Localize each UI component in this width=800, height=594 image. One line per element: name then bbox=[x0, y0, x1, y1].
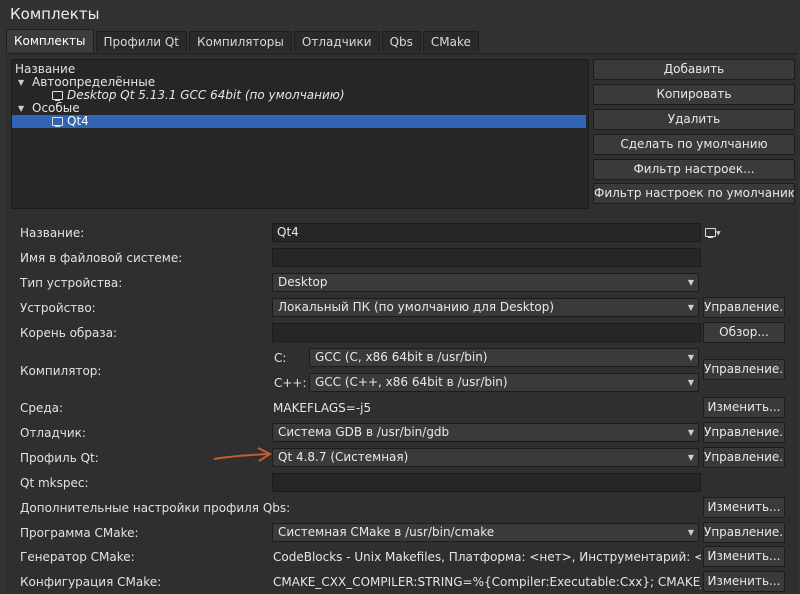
combo-value: Desktop bbox=[278, 275, 328, 289]
sysroot-browse-button[interactable]: Обзор... bbox=[703, 322, 785, 343]
device-combo[interactable]: Локальный ПК (по умолчанию для Desktop) … bbox=[272, 298, 699, 317]
combo-value: GCC (C++, x86 64bit в /usr/bin) bbox=[315, 375, 508, 389]
compiler-cxx-label: C++: bbox=[274, 376, 307, 390]
env-label: Среда: bbox=[20, 401, 64, 415]
tree-header-name: Название bbox=[15, 62, 76, 76]
chevron-down-icon: ▼ bbox=[687, 528, 694, 537]
delete-button[interactable]: Удалить bbox=[593, 109, 795, 130]
env-change-button[interactable]: Изменить... bbox=[703, 397, 785, 418]
debugger-label: Отладчик: bbox=[20, 426, 86, 440]
tab-qbs[interactable]: Qbs bbox=[381, 31, 421, 52]
mkspec-label: Qt mkspec: bbox=[20, 476, 89, 490]
mkspec-field[interactable] bbox=[272, 473, 701, 492]
chevron-down-icon: ▼ bbox=[687, 428, 694, 437]
tab-kits[interactable]: Комплекты bbox=[6, 29, 94, 52]
tab-debuggers[interactable]: Отладчики bbox=[293, 31, 380, 52]
settings-filter-button[interactable]: Фильтр настроек... bbox=[593, 159, 795, 180]
tab-cmake[interactable]: CMake bbox=[422, 31, 479, 52]
tree-item-label: Qt4 bbox=[67, 114, 89, 128]
tree-item-desktop-qt[interactable]: Desktop Qt 5.13.1 GCC 64bit (по умолчани… bbox=[12, 89, 586, 102]
name-field[interactable]: Qt4 bbox=[272, 223, 701, 242]
device-icon-selector[interactable]: ▼ bbox=[703, 224, 721, 242]
annotation-arrow-icon bbox=[213, 447, 273, 462]
name-label: Название: bbox=[20, 226, 85, 240]
monitor-icon bbox=[705, 228, 716, 238]
device-type-combo[interactable]: Desktop ▼ bbox=[272, 273, 699, 292]
chevron-down-icon: ▼ bbox=[687, 353, 694, 362]
compiler-cxx-combo[interactable]: GCC (C++, x86 64bit в /usr/bin) ▼ bbox=[309, 373, 699, 392]
monitor-icon bbox=[52, 91, 63, 101]
tab-compilers[interactable]: Компиляторы bbox=[189, 31, 292, 52]
sysroot-label: Корень образа: bbox=[20, 326, 118, 340]
qt-profile-manage-button[interactable]: Управление... bbox=[703, 447, 785, 468]
cmake-gen-change-button[interactable]: Изменить... bbox=[703, 546, 785, 567]
compiler-manage-button[interactable]: Управление... bbox=[703, 359, 785, 380]
chevron-down-icon: ▼ bbox=[716, 230, 721, 237]
tree-group-manual[interactable]: ▼ Особые bbox=[12, 102, 586, 115]
tab-qt-versions[interactable]: Профили Qt bbox=[95, 31, 188, 52]
env-value: MAKEFLAGS=-j5 bbox=[273, 401, 372, 415]
cmake-conf-change-button[interactable]: Изменить... bbox=[703, 571, 785, 592]
cmake-conf-value: CMAKE_CXX_COMPILER:STRING=%{Compiler:Exe… bbox=[273, 575, 701, 589]
cmake-label: Программа CMake: bbox=[20, 526, 139, 540]
expand-arrow-icon[interactable]: ▼ bbox=[18, 76, 24, 89]
cmake-manage-button[interactable]: Управление... bbox=[703, 522, 785, 543]
qt-profile-combo[interactable]: Qt 4.8.7 (Системная) ▼ bbox=[272, 448, 699, 467]
fs-name-label: Имя в файловой системе: bbox=[20, 251, 183, 265]
compiler-c-combo[interactable]: GCC (C, x86 64bit в /usr/bin) ▼ bbox=[309, 348, 699, 367]
kits-tree[interactable]: Название ▼ Автоопределённые Desktop Qt 5… bbox=[11, 59, 589, 209]
chevron-down-icon: ▼ bbox=[687, 278, 694, 287]
default-settings-filter-button[interactable]: Фильтр настроек по умолчанию... bbox=[593, 183, 795, 204]
copy-button[interactable]: Копировать bbox=[593, 84, 795, 105]
monitor-icon bbox=[52, 117, 63, 127]
cmake-gen-label: Генератор CMake: bbox=[20, 550, 135, 564]
device-manage-button[interactable]: Управление... bbox=[703, 297, 785, 318]
qt-profile-label: Профиль Qt: bbox=[20, 451, 99, 465]
chevron-down-icon: ▼ bbox=[687, 453, 694, 462]
chevron-down-icon: ▼ bbox=[687, 378, 694, 387]
compiler-label: Компилятор: bbox=[20, 364, 102, 378]
sysroot-field[interactable] bbox=[272, 323, 701, 342]
qbs-label: Дополнительные настройки профиля Qbs: bbox=[20, 501, 291, 515]
compiler-c-label: C: bbox=[274, 351, 287, 365]
combo-value: Qt 4.8.7 (Системная) bbox=[278, 450, 409, 464]
qbs-change-button[interactable]: Изменить... bbox=[703, 497, 785, 518]
chevron-down-icon: ▼ bbox=[687, 303, 694, 312]
device-type-label: Тип устройства: bbox=[20, 276, 123, 290]
device-label: Устройство: bbox=[20, 301, 96, 315]
expand-arrow-icon[interactable]: ▼ bbox=[18, 102, 24, 115]
combo-value: Система GDB в /usr/bin/gdb bbox=[278, 425, 450, 439]
add-button[interactable]: Добавить bbox=[593, 59, 795, 80]
debugger-combo[interactable]: Система GDB в /usr/bin/gdb ▼ bbox=[272, 423, 699, 442]
tree-item-label: Desktop Qt 5.13.1 GCC 64bit (по умолчани… bbox=[67, 88, 345, 102]
tab-bar: Комплекты Профили Qt Компиляторы Отладчи… bbox=[6, 29, 481, 53]
fs-name-field[interactable] bbox=[272, 248, 701, 267]
combo-value: GCC (C, x86 64bit в /usr/bin) bbox=[315, 350, 488, 364]
combo-value: Системная CMake в /usr/bin/cmake bbox=[278, 525, 495, 539]
window-title: Комплекты bbox=[10, 5, 100, 23]
cmake-conf-label: Конфигурация CMake: bbox=[20, 575, 162, 589]
cmake-gen-value: CodeBlocks - Unix Makefiles, Платформа: … bbox=[273, 550, 701, 564]
cmake-combo[interactable]: Системная CMake в /usr/bin/cmake ▼ bbox=[272, 523, 699, 542]
combo-value: Локальный ПК (по умолчанию для Desktop) bbox=[278, 300, 555, 314]
make-default-button[interactable]: Сделать по умолчанию bbox=[593, 134, 795, 155]
tree-item-qt4[interactable]: Qt4 bbox=[12, 115, 586, 128]
debugger-manage-button[interactable]: Управление... bbox=[703, 422, 785, 443]
